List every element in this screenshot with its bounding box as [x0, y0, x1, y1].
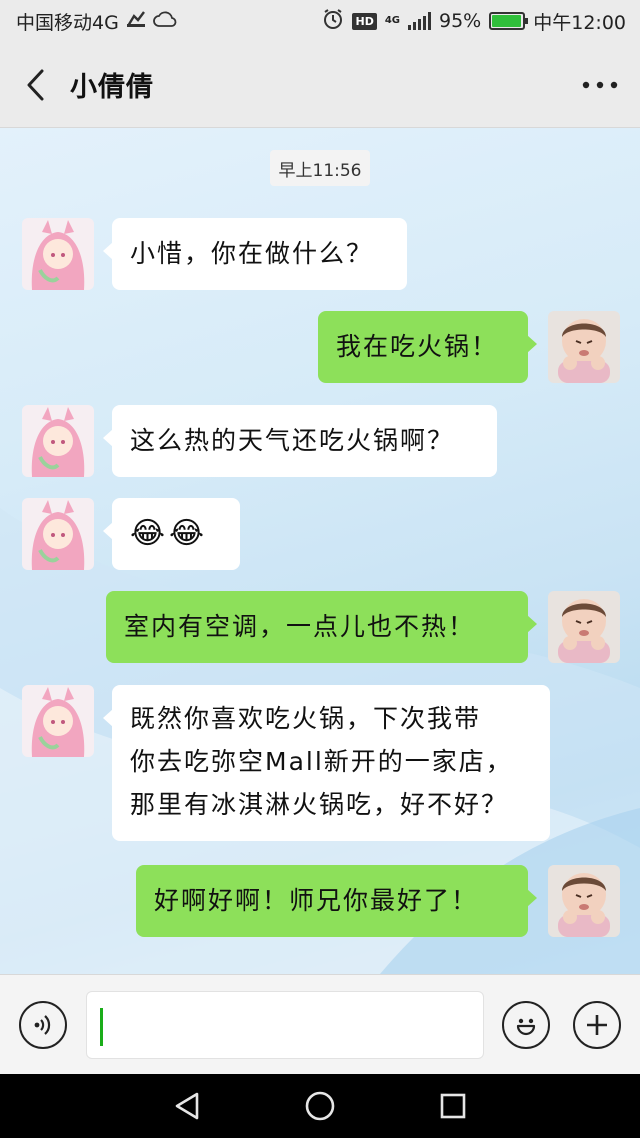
status-bar: 中国移动4G HD 4G 95% 中午12:00 [0, 0, 640, 42]
voice-input-button[interactable] [19, 1001, 67, 1049]
smiley-icon [516, 1018, 536, 1036]
outgoing-message-bubble[interactable]: 室内有空调，一点儿也不热！ [106, 591, 537, 663]
message-text: 室内有空调，一点儿也不热！ [124, 612, 476, 641]
incoming-message-bubble[interactable]: 这么热的天气还吃火锅啊？ [103, 405, 497, 477]
weather-icon [152, 9, 177, 34]
message-text: 好啊好啊！师兄你最好了！ [154, 886, 479, 915]
incoming-message-bubble[interactable]: 😂😂 [103, 498, 240, 570]
contact-avatar[interactable] [22, 405, 94, 477]
my-avatar[interactable] [548, 591, 620, 663]
voice-icon [34, 1015, 51, 1035]
message-text-line: 那里有冰淇淋火锅吃，好不好？ [130, 790, 509, 819]
message-text-line: 既然你喜欢吃火锅，下次我带 [130, 704, 482, 733]
more-functions-button[interactable] [573, 1001, 621, 1049]
system-nav-bar [0, 1074, 640, 1138]
usb-icon [125, 10, 147, 33]
nav-recents-button[interactable] [433, 1086, 473, 1126]
emoji-button[interactable] [502, 1001, 550, 1049]
input-bar [0, 974, 640, 1074]
more-dots-icon [582, 81, 618, 88]
back-button[interactable] [0, 42, 70, 128]
contact-avatar[interactable] [22, 685, 94, 757]
circle-home-icon [305, 1091, 335, 1121]
my-avatar[interactable] [548, 311, 620, 383]
triangle-back-icon [175, 1092, 198, 1120]
nav-home-button[interactable] [300, 1086, 340, 1126]
text-caret [100, 1008, 103, 1046]
chat-header: 小倩倩 [0, 42, 640, 128]
my-avatar[interactable] [548, 865, 620, 937]
incoming-message-bubble[interactable]: 小惜，你在做什么？ [103, 218, 407, 290]
clock-time: 中午12:00 [533, 11, 626, 34]
signal-icon [408, 12, 431, 30]
message-text: 我在吃火锅！ [336, 332, 499, 361]
message-timestamp: 早上11:56 [270, 150, 370, 186]
battery-percent: 95% [439, 10, 482, 32]
plus-icon [587, 1015, 607, 1035]
message-text-line: 你去吃弥空Mall新开的一家店， [130, 747, 513, 776]
alarm-icon [322, 8, 344, 35]
incoming-message-bubble[interactable]: 既然你喜欢吃火锅，下次我带 你去吃弥空Mall新开的一家店， 那里有冰淇淋火锅吃… [103, 685, 550, 841]
chevron-left-icon [27, 69, 44, 100]
more-options-button[interactable] [560, 42, 640, 128]
chat-area[interactable]: 早上11:56 小惜，你在做什么？ 我在吃火锅！ 这么热的天气还吃火锅啊？ 😂😂… [0, 128, 640, 974]
network-type: 4G [384, 15, 400, 26]
hd-badge: HD [352, 12, 377, 30]
outgoing-message-bubble[interactable]: 我在吃火锅！ [318, 311, 537, 383]
contact-avatar[interactable] [22, 498, 94, 570]
contact-avatar[interactable] [22, 218, 94, 290]
battery-icon [489, 12, 529, 30]
square-recents-icon [441, 1093, 466, 1119]
message-input[interactable] [86, 991, 484, 1059]
message-text: 😂😂 [130, 516, 209, 551]
message-text: 这么热的天气还吃火锅啊？ [130, 426, 455, 455]
outgoing-message-bubble[interactable]: 好啊好啊！师兄你最好了！ [136, 865, 537, 937]
carrier-label: 中国移动4G [16, 11, 119, 34]
page-title: 小倩倩 [70, 72, 154, 103]
nav-back-button[interactable] [167, 1086, 207, 1126]
message-text: 小惜，你在做什么？ [130, 239, 374, 268]
